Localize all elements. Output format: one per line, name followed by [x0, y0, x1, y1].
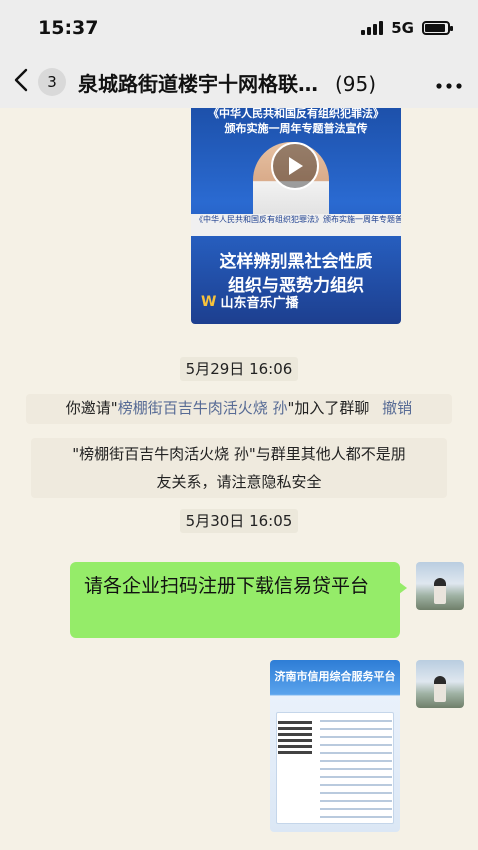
video-brand-name: 山东音乐广播: [220, 296, 299, 311]
invite-prefix: 你邀请": [65, 399, 118, 417]
privacy-notice-line1: "榜棚街百吉牛肉活火烧 孙"与群里其他人都不是朋: [72, 445, 406, 463]
video-caption-line1: 这样辨别黑社会性质: [219, 252, 373, 272]
member-count: (95): [334, 71, 377, 96]
poster-title: 济南市信用综合服务平台: [274, 670, 396, 683]
privacy-notice-line2: 友关系，请注意隐私安全: [156, 473, 322, 491]
status-indicators: 5G: [361, 19, 453, 37]
video-banner-line2: 颁布实施一周年专题普法宣传: [224, 122, 368, 135]
invite-notice: 你邀请"榜棚街百吉牛肉活火烧 孙"加入了群聊 撤销: [26, 394, 452, 424]
timestamp: 5月29日 16:06: [0, 357, 478, 381]
privacy-notice: "榜棚街百吉牛肉活火烧 孙"与群里其他人都不是朋 友关系，请注意隐私安全: [31, 438, 447, 498]
video-subtitle-strip: 《中华人民共和国反有组织犯罪法》颁布实施一周年专题普法宣传: [191, 214, 401, 236]
poster-text-lines: [320, 720, 392, 820]
timestamp-text: 5月30日 16:05: [179, 509, 299, 533]
image-message[interactable]: 济南市信用综合服务平台: [270, 660, 400, 832]
invite-suffix: "加入了群聊: [287, 399, 370, 417]
status-bar: 15:37 5G: [0, 0, 478, 56]
revoke-link[interactable]: 撤销: [382, 399, 412, 417]
status-time: 15:37: [38, 17, 99, 39]
avatar[interactable]: [416, 660, 464, 708]
chat-messages[interactable]: 《中华人民共和国反有组织犯罪法》 颁布实施一周年专题普法宣传 《中华人民共和国反…: [0, 108, 478, 850]
play-icon[interactable]: [271, 142, 319, 190]
timestamp: 5月30日 16:05: [0, 509, 478, 533]
timestamp-text: 5月29日 16:06: [179, 357, 299, 381]
invited-user-link[interactable]: 榜棚街百吉牛肉活火烧 孙: [118, 399, 288, 417]
chat-header: 3 泉城路街道楼宇十网格联… (95): [0, 56, 478, 108]
chat-title[interactable]: 泉城路街道楼宇十网格联… (95): [78, 68, 436, 97]
video-message[interactable]: 《中华人民共和国反有组织犯罪法》 颁布实施一周年专题普法宣传 《中华人民共和国反…: [191, 108, 401, 324]
network-type: 5G: [391, 19, 414, 37]
unread-count-badge[interactable]: 3: [38, 68, 66, 96]
sent-text-bubble[interactable]: 请各企业扫码注册下载信易贷平台: [70, 562, 407, 638]
battery-level: [425, 24, 445, 32]
battery-icon: [422, 21, 453, 35]
brand-logo-icon: W: [201, 293, 217, 310]
video-brand: W 山东音乐广播: [201, 292, 299, 312]
video-banner-line1: 《中华人民共和国反有组织犯罪法》: [208, 108, 384, 120]
chevron-left-icon[interactable]: [14, 68, 34, 97]
video-banner: 《中华人民共和国反有组织犯罪法》 颁布实施一周年专题普法宣传: [191, 108, 401, 136]
video-caption: 这样辨别黑社会性质 组织与恶势力组织: [191, 250, 401, 298]
more-dots-icon[interactable]: [436, 70, 462, 95]
avatar[interactable]: [416, 562, 464, 610]
qr-code-icon: [278, 720, 312, 754]
signal-icon: [361, 21, 384, 35]
group-name: 泉城路街道楼宇十网格联…: [78, 71, 318, 96]
